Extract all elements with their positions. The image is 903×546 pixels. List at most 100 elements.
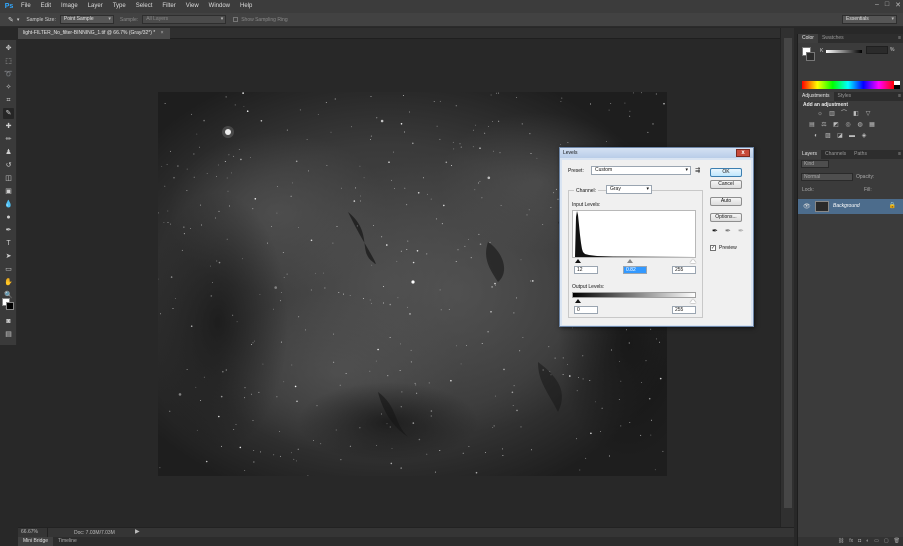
crop-tool-icon[interactable]: ⌗ [3,95,14,106]
color-spectrum-ramp[interactable] [802,81,894,89]
options-button[interactable]: Options... [710,213,742,222]
add-mask-icon[interactable]: ◘ [858,537,861,546]
input-levels-slider[interactable] [572,259,696,263]
output-white-handle[interactable] [690,299,696,303]
channel-mixer-icon[interactable]: ◍ [856,122,864,129]
close-tab-icon[interactable]: × [161,30,164,36]
menu-select[interactable]: Select [131,0,158,13]
preset-options-icon[interactable]: ⇶ [695,167,700,174]
selective-color-icon[interactable]: ◈ [860,133,868,140]
sampling-ring-checkbox[interactable] [233,17,239,22]
pen-tool-icon[interactable]: ✒ [3,225,14,236]
tab-paths[interactable]: Paths [850,150,871,159]
hand-tool-icon[interactable]: ✋ [3,277,14,288]
k-channel-slider[interactable] [826,50,862,53]
gradient-tool-icon[interactable]: ▣ [3,186,14,197]
status-menu-arrow-icon[interactable]: ▶ [135,528,140,537]
panel-menu-icon[interactable]: ≡ [898,92,901,101]
layer-kind-filter[interactable]: Kind [801,160,829,168]
tool-preset-chevron-icon[interactable]: ▾ [17,17,20,23]
photo-filter-icon[interactable]: ◎ [844,122,852,129]
levels-icon[interactable]: ▥ [828,111,836,118]
blur-tool-icon[interactable]: 💧 [3,199,14,210]
healing-brush-icon[interactable]: ✚ [3,121,14,132]
blend-mode-select[interactable]: Normal [801,173,853,181]
quick-mask-icon[interactable]: ◙ [3,316,14,327]
menu-type[interactable]: Type [108,0,131,13]
preset-select[interactable]: Custom ▾ [591,166,691,175]
screen-mode-icon[interactable]: ▤ [3,329,14,340]
color-lookup-icon[interactable]: ▦ [868,122,876,129]
output-black-field[interactable]: 0 [574,306,598,314]
k-channel-value[interactable] [866,46,888,54]
black-white-icon[interactable]: ◩ [832,122,840,129]
menu-layer[interactable]: Layer [83,0,108,13]
tab-channels[interactable]: Channels [821,150,850,159]
brush-tool-icon[interactable]: ✏ [3,134,14,145]
new-layer-icon[interactable]: ▢ [884,537,889,546]
visibility-eye-icon[interactable]: 👁 [803,203,811,210]
color-background-swatch[interactable] [806,52,815,61]
gradient-map-icon[interactable]: ▬ [848,133,856,140]
link-layers-icon[interactable]: ⛓ [838,537,844,546]
new-adjustment-icon[interactable]: ◐ [866,537,869,546]
tab-adjustments[interactable]: Adjustments [798,92,834,101]
sample-size-select[interactable]: Point Sample [59,15,114,24]
levels-title-bar[interactable]: Levels [560,148,753,158]
menu-filter[interactable]: Filter [157,0,180,13]
close-icon[interactable]: ✕ [895,1,901,9]
input-gray-field[interactable]: 0.82 [623,266,647,274]
curves-icon[interactable]: ⌒ [840,111,848,118]
clone-stamp-icon[interactable]: ♟ [3,147,14,158]
eraser-tool-icon[interactable]: ◫ [3,173,14,184]
eyedropper-tool-icon[interactable]: ✎ [8,16,14,24]
input-black-field[interactable]: 12 [574,266,598,274]
move-tool-icon[interactable]: ✥ [3,43,14,54]
hue-saturation-icon[interactable]: ▤ [808,122,816,129]
panel-menu-icon[interactable]: ≡ [898,34,901,43]
cancel-button[interactable]: Cancel [710,180,742,189]
input-white-field[interactable]: 255 [672,266,696,274]
sample-select[interactable]: All Layers [142,15,227,24]
color-balance-icon[interactable]: ⚖ [820,122,828,129]
invert-icon[interactable]: ◐ [812,133,820,140]
black-eyedropper-icon[interactable]: ✒ [712,227,718,235]
lasso-tool-icon[interactable]: ➰ [3,69,14,80]
menu-edit[interactable]: Edit [36,0,56,13]
tab-styles[interactable]: Styles [834,92,856,101]
output-black-handle[interactable] [575,299,581,303]
maximize-icon[interactable]: □ [885,1,889,9]
output-white-field[interactable]: 255 [672,306,696,314]
brightness-icon[interactable]: ☼ [816,111,824,118]
new-group-icon[interactable]: ▭ [874,537,879,546]
exposure-icon[interactable]: ◧ [852,111,860,118]
input-black-point-handle[interactable] [575,259,581,263]
minimize-icon[interactable]: – [875,1,879,9]
preview-checkbox[interactable]: ✓ [710,245,716,251]
shape-tool-icon[interactable]: ▭ [3,264,14,275]
layer-style-icon[interactable]: fx [849,537,853,546]
document-tab[interactable]: light-FILTER_No_filter-BINNING_1.tif @ 6… [18,28,170,39]
gray-eyedropper-icon[interactable]: ✒ [725,227,731,235]
zoom-level[interactable]: 66.67% [18,528,48,537]
workspace-select[interactable]: Essentials [842,15,897,24]
marquee-tool-icon[interactable]: ⬚ [3,56,14,67]
path-select-tool-icon[interactable]: ➤ [3,251,14,262]
black-white-ramp[interactable] [894,81,900,89]
input-gray-point-handle[interactable] [627,259,633,263]
tab-swatches[interactable]: Swatches [818,34,848,43]
menu-view[interactable]: View [181,0,204,13]
vertical-scrollbar[interactable] [780,28,794,527]
white-eyedropper-icon[interactable]: ✒ [738,227,744,235]
background-color-swatch[interactable] [6,302,14,310]
tab-timeline[interactable]: Timeline [53,537,82,546]
scrollbar-thumb[interactable] [784,38,792,508]
eyedropper-icon[interactable]: ✎ [3,108,14,119]
panel-menu-icon[interactable]: ≡ [898,150,901,159]
menu-file[interactable]: File [16,0,36,13]
delete-layer-icon[interactable]: 🗑 [894,537,900,546]
history-brush-icon[interactable]: ↺ [3,160,14,171]
dodge-tool-icon[interactable]: ● [3,212,14,223]
tab-layers[interactable]: Layers [798,150,822,159]
auto-button[interactable]: Auto [710,197,742,206]
